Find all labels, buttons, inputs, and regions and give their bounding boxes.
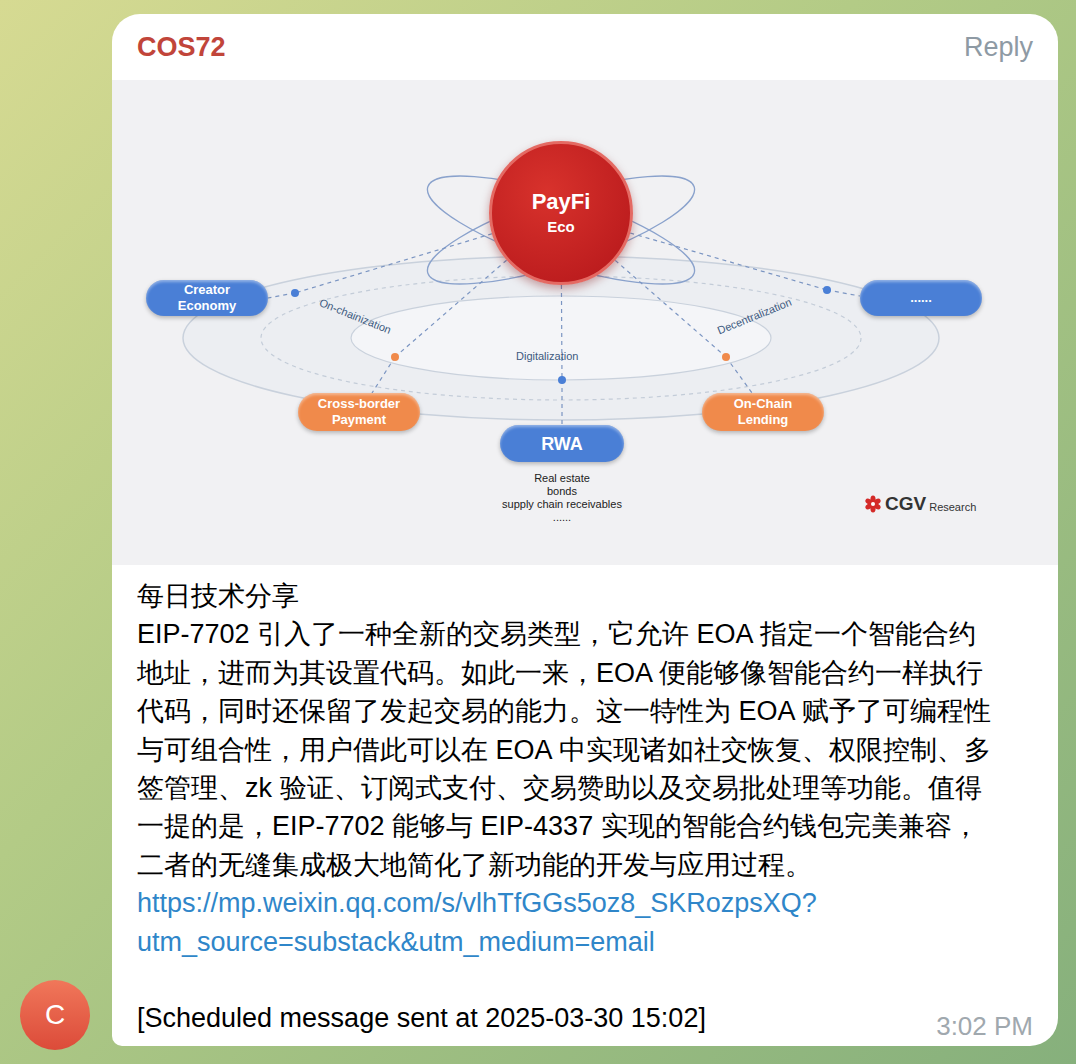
text-line: 一提的是，EIP-7702 能够与 EIP-4337 实现的智能合约钱包完美兼容… xyxy=(137,807,1033,845)
rwa-example: Real estate xyxy=(534,472,590,485)
diagram-node: ...... xyxy=(860,280,982,316)
message-bubble: COS72 Reply PayFiEco Creator Economy...... C… xyxy=(112,14,1058,1046)
text-line: 二者的无缝集成极大地简化了新功能的开发与应用过程。 xyxy=(137,846,1033,884)
text-line: 代码，同时还保留了发起交易的能力。这一特性为 EOA 赋予了可编程性 xyxy=(137,692,1033,730)
logo-mark: CGV xyxy=(885,493,926,515)
diagram-image: PayFiEco Creator Economy...... Cross-borde… xyxy=(112,80,1058,565)
sender-avatar[interactable]: C xyxy=(20,980,90,1050)
chat-window: C COS72 Reply PayFiEco Creator Economy......… xyxy=(0,0,1076,1064)
message-time: 3:02 PM xyxy=(936,1007,1033,1045)
reply-button[interactable]: Reply xyxy=(964,27,1033,68)
text-line: 每日技术分享 xyxy=(137,577,1033,615)
sender-name[interactable]: COS72 xyxy=(137,27,226,68)
rwa-example: ...... xyxy=(553,511,571,524)
footer-row: [Scheduled message sent at 2025-03-30 15… xyxy=(137,999,1033,1037)
text-line: 签管理、zk 验证、订阅式支付、交易赞助以及交易批处理等功能。值得 xyxy=(137,769,1033,807)
link-line[interactable]: https://mp.weixin.qq.com/s/vlhTfGGs5oz8_… xyxy=(137,884,1033,922)
diagram-node: Cross-border Payment xyxy=(298,393,420,431)
link-line[interactable]: utm_source=substack&utm_medium=email xyxy=(137,923,1033,961)
text-line: 地址，进而为其设置代码。如此一来，EOA 便能够像智能合约一样执行 xyxy=(137,654,1033,692)
message-row: CCOS72ReplyPayFiEcoCreator Economy......… xyxy=(20,14,1076,1046)
diagram-node: On-Chain Lending xyxy=(702,393,824,431)
diagram-node: RWA xyxy=(500,425,624,462)
scheduled-note: [Scheduled message sent at 2025-03-30 15… xyxy=(137,999,706,1037)
bubble-header: COS72 Reply xyxy=(112,14,1058,80)
center-subtitle: Eco xyxy=(547,216,575,238)
payfi-center-circle: PayFiEco xyxy=(489,141,633,285)
center-title: PayFi xyxy=(532,188,591,216)
rwa-example: bonds xyxy=(547,485,577,498)
diagram-node: Creator Economy xyxy=(146,280,268,316)
cgv-flower-icon xyxy=(864,495,882,513)
rwa-examples: Real estatebondssupply chain receivables… xyxy=(462,472,662,524)
rwa-example: supply chain receivables xyxy=(502,498,622,511)
cgv-logo: CGVResearch xyxy=(864,493,976,515)
text-line: 与可组合性，用户借此可以在 EOA 中实现诸如社交恢复、权限控制、多 xyxy=(137,731,1033,769)
logo-text: Research xyxy=(929,499,976,515)
text-line: EIP-7702 引入了一种全新的交易类型，它允许 EOA 指定一个智能合约 xyxy=(137,615,1033,653)
axis-label: Digitalization xyxy=(516,348,578,365)
message-text: 每日技术分享EIP-7702 引入了一种全新的交易类型，它允许 EOA 指定一个… xyxy=(112,565,1058,1046)
